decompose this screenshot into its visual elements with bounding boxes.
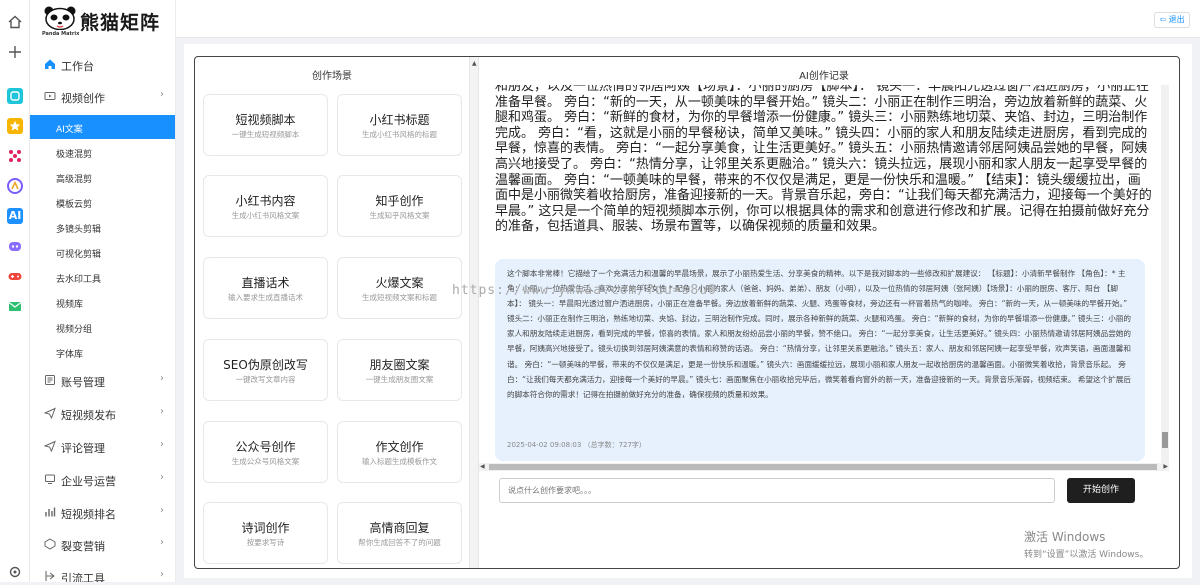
sub-item-template-cloud-edit[interactable]: 模板云剪	[30, 190, 175, 214]
creation-prompt-input[interactable]	[499, 478, 1055, 503]
start-creation-button[interactable]: 开始创作	[1067, 478, 1135, 503]
activation-line-2: 转到“设置”以激活 Windows。	[1024, 550, 1149, 560]
brand-subtitle: Panda Matrix	[42, 31, 80, 37]
scene-card-short-video-script[interactable]: 短视频脚本 一键生成短视频脚本	[203, 94, 328, 156]
chevron-right-icon: ›	[160, 569, 164, 580]
mail-app-icon[interactable]	[7, 298, 23, 314]
settings-icon[interactable]	[7, 564, 23, 580]
ranking-icon	[44, 506, 56, 518]
scene-card-viral-copy[interactable]: 火爆文案 生成短视频文案和标题	[337, 257, 462, 319]
star-app-icon[interactable]	[7, 118, 23, 134]
home-icon[interactable]	[7, 14, 23, 30]
nav-workbench[interactable]: 工作台	[30, 52, 175, 78]
chevron-right-icon: ›	[160, 89, 164, 100]
scene-card-official-account[interactable]: 公众号创作 生成公众号风格文案	[203, 421, 328, 483]
sub-item-video-library[interactable]: 视频库	[30, 290, 175, 314]
chevron-right-icon: ›	[160, 472, 164, 483]
chevron-right-icon: ›	[160, 373, 164, 384]
sub-item-watermark-removal[interactable]: 去水印工具	[30, 265, 175, 289]
comment-icon	[43, 440, 56, 453]
sub-item-fast-mix[interactable]: 极速混剪	[30, 140, 175, 164]
nav-video-creation[interactable]: 视频创作 ›	[30, 84, 175, 110]
activation-line-1: 激活 Windows	[1024, 530, 1106, 544]
vertical-scrollbar-thumb[interactable]	[1162, 432, 1168, 448]
sub-item-advanced-mix[interactable]: 高级混剪	[30, 165, 175, 189]
message-timestamp: 2025-04-02 09:08:03 （总字数：727字）	[507, 441, 646, 449]
logout-button[interactable]: ⇦ 退出	[1154, 12, 1190, 28]
scroll-right-arrow-icon[interactable]: ▶	[1163, 463, 1168, 470]
scroll-up-arrow-icon[interactable]: ▲	[472, 60, 477, 67]
nav-comment-management[interactable]: 评论管理 ›	[30, 434, 175, 460]
gamepad-app-icon[interactable]	[7, 268, 23, 284]
record-panel: AI创作记录 和朋友，以及一位热情的邻居阿姨【场景】：小丽的厨房【脚本】： 镜头…	[479, 57, 1179, 568]
watermark-url: https://www.ymwaa.com/?uu=s8u0	[452, 283, 717, 298]
nav-account-management[interactable]: 账号管理 ›	[30, 368, 175, 394]
enterprise-icon	[44, 473, 56, 485]
traffic-icon	[44, 570, 56, 582]
send-icon	[43, 407, 56, 420]
ai-copy-frame: 创作场景 短视频脚本 一键生成短视频脚本 小红书标题 生成小红书风格的标题 小红…	[194, 56, 1180, 569]
video-icon	[44, 90, 56, 102]
ai-app-icon[interactable]: AI	[7, 208, 23, 224]
brand-logo[interactable]: 熊猫矩阵 Panda Matrix	[40, 4, 170, 38]
fission-icon	[44, 538, 56, 550]
scene-card-poetry[interactable]: 诗词创作 按要求写诗	[203, 502, 328, 564]
record-scroll-area[interactable]: 和朋友，以及一位热情的邻居阿姨【场景】：小丽的厨房【脚本】： 镜头一：早晨阳光透…	[479, 85, 1169, 463]
horizontal-scrollbar[interactable]: ◀ ▶	[479, 463, 1169, 471]
chevron-right-icon: ›	[160, 439, 164, 450]
vertical-scrollbar[interactable]	[1161, 85, 1169, 463]
panel-splitter[interactable]: ▲	[469, 57, 479, 568]
sub-item-font-library[interactable]: 字体库	[30, 340, 175, 364]
app-icon-bar: AI	[0, 0, 30, 582]
sub-item-video-groups[interactable]: 视频分组	[30, 315, 175, 339]
app-teal-icon[interactable]	[7, 88, 23, 104]
logout-label: 退出	[1168, 15, 1185, 24]
scene-card-essay[interactable]: 作文创作 输入标题生成模板作文	[337, 421, 462, 483]
scene-card-xhs-content[interactable]: 小红书内容 生成小红书风格文案	[203, 175, 328, 237]
account-icon	[44, 374, 56, 386]
ai-circle-app-icon[interactable]	[7, 178, 23, 194]
nav-video-creation-label: 视频创作	[61, 92, 105, 105]
discord-app-icon[interactable]	[7, 238, 23, 254]
home-icon	[44, 58, 56, 70]
top-bar: ⇦ 退出	[176, 0, 1200, 38]
scene-card-high-eq-reply[interactable]: 高情商回复 帮你生成回答不了的问题	[337, 502, 462, 564]
nav-short-video-ranking[interactable]: 短视频排名 ›	[30, 500, 175, 526]
nav-fission-marketing[interactable]: 裂变营销 ›	[30, 532, 175, 558]
scene-panel-title: 创作场景	[312, 71, 352, 82]
scroll-left-arrow-icon[interactable]: ◀	[480, 463, 485, 470]
nav-traffic-tools[interactable]: 引流工具 ›	[30, 564, 175, 582]
main-content: 创作场景 短视频脚本 一键生成短视频脚本 小红书标题 生成小红书风格的标题 小红…	[184, 44, 1192, 578]
sub-item-multi-camera-edit[interactable]: 多镜头剪辑	[30, 215, 175, 239]
scene-panel: 创作场景 短视频脚本 一键生成短视频脚本 小红书标题 生成小红书风格的标题 小红…	[195, 57, 469, 568]
horizontal-scrollbar-thumb[interactable]	[489, 464, 1157, 470]
scene-card-xhs-title[interactable]: 小红书标题 生成小红书风格的标题	[337, 94, 462, 156]
sidebar: 熊猫矩阵 Panda Matrix 工作台 视频创作 › AI文案 极速混剪 高…	[30, 0, 176, 582]
windows-activation-notice: 激活 Windows 转到“设置”以激活 Windows。	[1024, 528, 1148, 560]
network-app-icon[interactable]	[7, 148, 23, 164]
sub-item-ai-copy[interactable]: AI文案	[30, 115, 175, 139]
nav-short-video-publish[interactable]: 短视频发布 ›	[30, 401, 175, 427]
plus-icon[interactable]	[7, 44, 23, 60]
scene-card-moments-copy[interactable]: 朋友圈文案 一键生成朋友圈文案	[337, 339, 462, 401]
scene-card-live-script[interactable]: 直播话术 输入要求生成直播话术	[203, 257, 328, 319]
nav-enterprise-operations[interactable]: 企业号运营 ›	[30, 467, 175, 493]
scene-card-seo-rewrite[interactable]: SEO伪原创改写 一键改写文章内容	[203, 339, 328, 401]
nav-workbench-label: 工作台	[61, 60, 94, 73]
chevron-right-icon: ›	[160, 505, 164, 516]
scene-card-zhihu[interactable]: 知乎创作 生成知乎风格文案	[337, 175, 462, 237]
chevron-right-icon: ›	[160, 537, 164, 548]
chevron-right-icon: ›	[160, 406, 164, 417]
ai-response-text: 和朋友，以及一位热情的邻居阿姨【场景】：小丽的厨房【脚本】： 镜头一：早晨阳光透…	[495, 85, 1152, 235]
sub-item-visual-edit[interactable]: 可视化剪辑	[30, 240, 175, 264]
panda-logo-icon	[44, 6, 76, 30]
logout-icon: ⇦	[1159, 15, 1167, 24]
record-panel-title: AI创作记录	[799, 71, 849, 82]
brand-name: 熊猫矩阵	[80, 12, 161, 34]
